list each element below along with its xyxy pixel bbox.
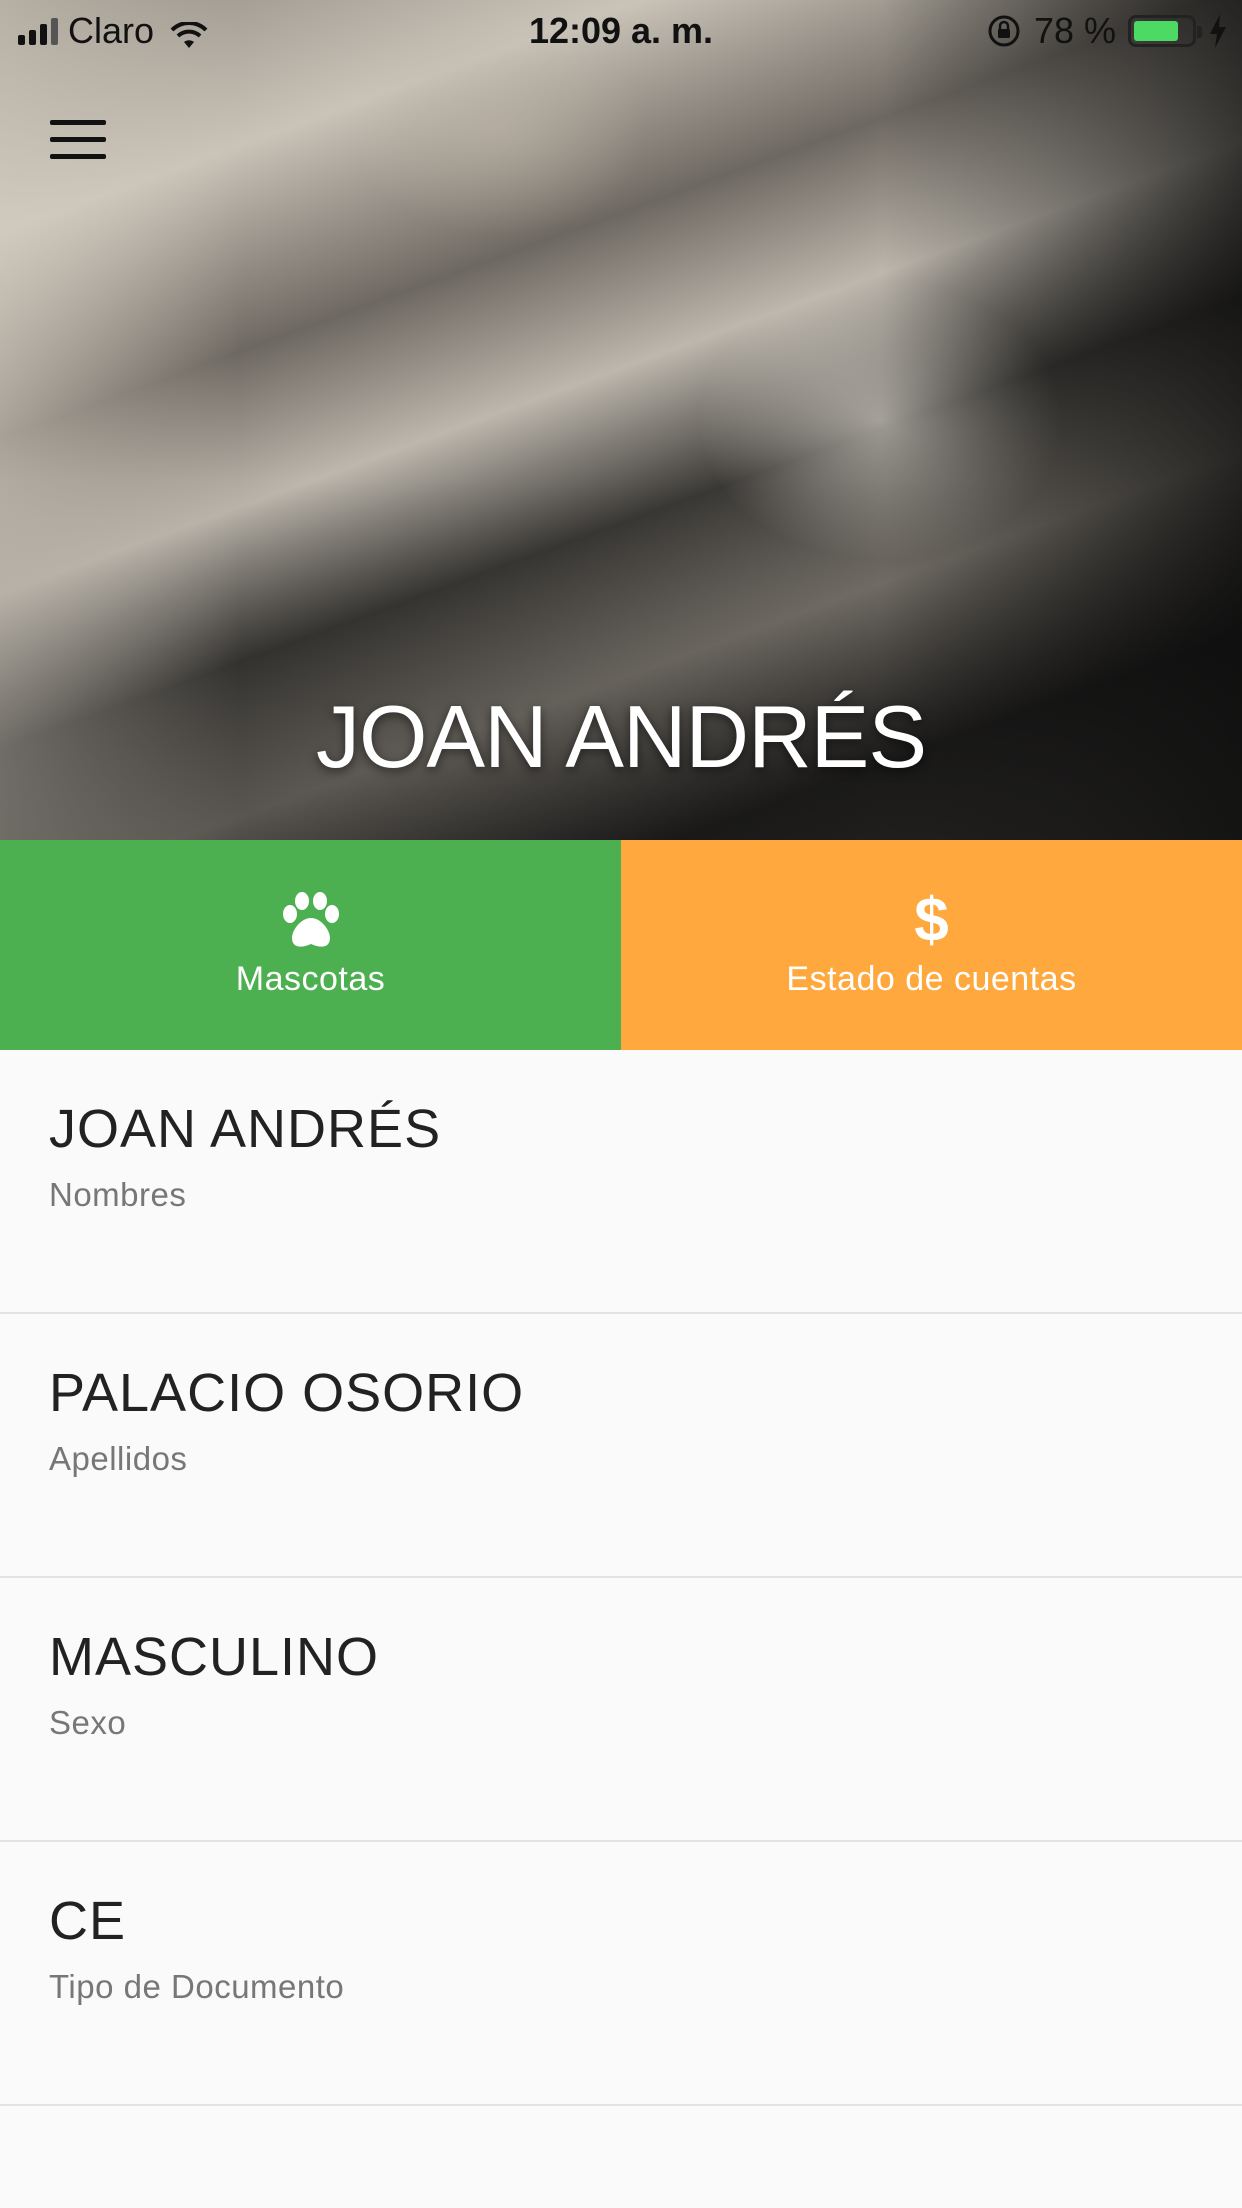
menu-line [50, 154, 106, 159]
pets-button[interactable]: Mascotas [0, 840, 621, 1050]
field-label: Apellidos [49, 1440, 188, 1477]
paw-icon [280, 886, 342, 956]
field-label: Tipo de Documento [49, 1968, 345, 2005]
field-value: MASCULINO [49, 1627, 380, 1687]
field-value: PALACIO OSORIO [49, 1363, 525, 1423]
profile-name-title: JOAN ANDRÉS [315, 687, 927, 786]
account-statement-button-label: Estado de cuentas [786, 959, 1077, 998]
field-label: Nombres [49, 1176, 187, 1213]
battery-percent: 78 % [1033, 10, 1116, 51]
battery-level-fill [1134, 21, 1178, 41]
profile-field-list: JOAN ANDRÉS Nombres PALACIO OSORIO Apell… [0, 1050, 1242, 2106]
charging-bolt-icon [1210, 14, 1226, 48]
list-item: MASCULINO Sexo [0, 1578, 1242, 1842]
battery-icon [1128, 15, 1202, 47]
action-tiles: Mascotas $ Estado de cuentas [0, 840, 1242, 1050]
status-right: 78 % [986, 10, 1228, 52]
dollar-icon: $ [914, 886, 948, 956]
dollar-glyph: $ [914, 885, 949, 955]
account-statement-button[interactable]: $ Estado de cuentas [621, 840, 1242, 1050]
profile-screen: Claro 12:09 a. m. 78 % JOAN ANDRÉS Masco… [0, 0, 1242, 2208]
status-bar: Claro 12:09 a. m. 78 % [0, 0, 1242, 62]
menu-line [50, 120, 106, 125]
field-value: CE [49, 1891, 127, 1951]
field-label: Sexo [49, 1704, 127, 1741]
rotation-lock-icon [988, 15, 1020, 47]
pets-button-label: Mascotas [235, 959, 386, 998]
field-value: JOAN ANDRÉS [49, 1099, 442, 1159]
menu-line [50, 137, 106, 142]
list-item: JOAN ANDRÉS Nombres [0, 1050, 1242, 1314]
hamburger-menu-button[interactable] [50, 120, 118, 172]
list-item: PALACIO OSORIO Apellidos [0, 1314, 1242, 1578]
list-item: CE Tipo de Documento [0, 1842, 1242, 2106]
